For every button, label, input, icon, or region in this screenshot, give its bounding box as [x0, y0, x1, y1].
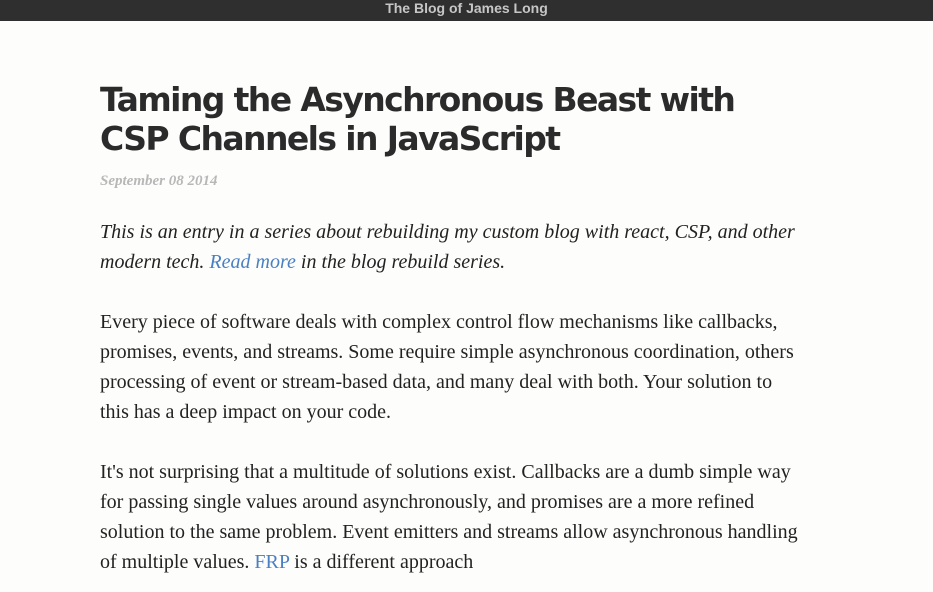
body-paragraph-1: Every piece of software deals with compl…: [100, 311, 794, 423]
article: Taming the Asynchronous Beast with CSP C…: [100, 80, 800, 577]
post-date: September 08 2014: [100, 173, 218, 189]
series-intro-paragraph: This is an entry in a series about rebui…: [100, 217, 800, 277]
paragraph-2-text-after-link: is a different approach: [289, 551, 474, 573]
site-title-link[interactable]: The Blog of James Long: [385, 0, 548, 17]
read-more-link[interactable]: Read more: [209, 251, 295, 273]
post-title: Taming the Asynchronous Beast with CSP C…: [100, 80, 736, 158]
body-paragraph-2: It's not surprising that a multitude of …: [100, 457, 800, 577]
frp-link[interactable]: FRP: [254, 551, 289, 573]
intro-text-after-link: in the blog rebuild series.: [295, 251, 506, 273]
site-header-bar: The Blog of James Long: [0, 0, 933, 21]
